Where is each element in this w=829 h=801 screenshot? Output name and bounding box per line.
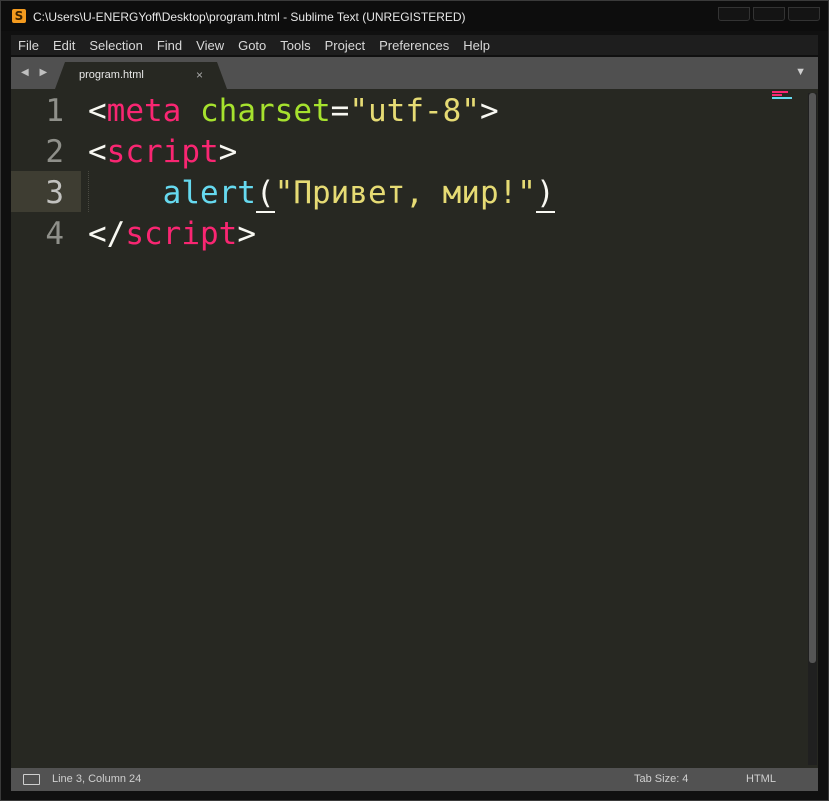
menu-item-goto[interactable]: Goto [231,38,273,53]
tab-nav-arrows-icon[interactable]: ◀ ▶ [21,67,51,78]
line-number: 1 [45,93,64,129]
code-token: < [88,134,107,170]
minimap-line [772,94,782,96]
close-window-button[interactable] [788,7,820,21]
scrollbar-thumb[interactable] [809,93,816,663]
menu-item-find[interactable]: Find [150,38,189,53]
code-token: ) [535,175,555,213]
menu-item-project[interactable]: Project [318,38,372,53]
menu-item-help[interactable]: Help [456,38,497,53]
code-token: = [330,93,350,129]
cursor-position: Line 3, Column 24 [52,773,142,785]
tab-label: program.html [79,69,144,81]
code-token: meta [106,93,182,129]
sublime-window: S C:\Users\U-ENERGYoff\Desktop\program.h… [0,0,829,801]
menu-item-view[interactable]: View [189,38,231,53]
tab-close-icon[interactable]: × [196,68,203,82]
line-code: <script> [88,132,237,173]
tab-dropdown-icon[interactable]: ▼ [795,66,806,78]
menu-item-preferences[interactable]: Preferences [372,38,456,53]
code-editor[interactable]: 1 <meta charset="utf-8"> 2 <script> 3 alert(… [11,89,818,768]
minimap-line [772,97,792,99]
tab-program-html[interactable]: program.html × [55,62,227,89]
code-token: "utf-8" [349,93,480,129]
code-token: script [125,216,238,252]
syntax-selector[interactable]: HTML [746,773,776,785]
title-bar[interactable]: S C:\Users\U-ENERGYoff\Desktop\program.h… [1,1,828,31]
code-token: script [106,134,219,170]
code-token: > [479,93,499,129]
menu-item-file[interactable]: File [11,38,46,53]
line-code: <meta charset="utf-8"> [88,91,499,132]
code-token: > [237,216,256,252]
line-code: alert("Привет, мир!") [88,173,555,214]
code-token: </ [88,216,126,252]
line-number: 3 [45,175,64,211]
window-title: C:\Users\U-ENERGYoff\Desktop\program.htm… [33,10,466,24]
panel-toggle-icon[interactable] [23,774,40,785]
code-token: alert [162,175,256,211]
code-token: "Привет, мир!" [274,175,536,211]
menu-item-tools[interactable]: Tools [273,38,317,53]
maximize-button[interactable] [753,7,785,21]
minimap[interactable] [772,91,794,99]
status-bar: Line 3, Column 24 Tab Size: 4 HTML [11,768,818,791]
sublime-logo-icon: S [12,9,26,23]
menu-bar: File Edit Selection Find View Goto Tools Projec… [11,35,818,55]
window-controls [715,7,820,21]
tab-size-selector[interactable]: Tab Size: 4 [634,773,688,785]
tab-bar: ◀ ▶ program.html × ▼ [11,57,818,89]
code-token: < [88,93,107,129]
code-token: > [218,134,238,170]
line-number: 2 [45,134,64,170]
menu-item-edit[interactable]: Edit [46,38,82,53]
code-token: charset [200,93,331,129]
code-token: ( [255,175,275,213]
line-code: </script> [88,214,256,255]
minimap-line [772,91,788,93]
menu-item-selection[interactable]: Selection [82,38,149,53]
line-number: 4 [45,216,64,252]
minimize-button[interactable] [718,7,750,21]
